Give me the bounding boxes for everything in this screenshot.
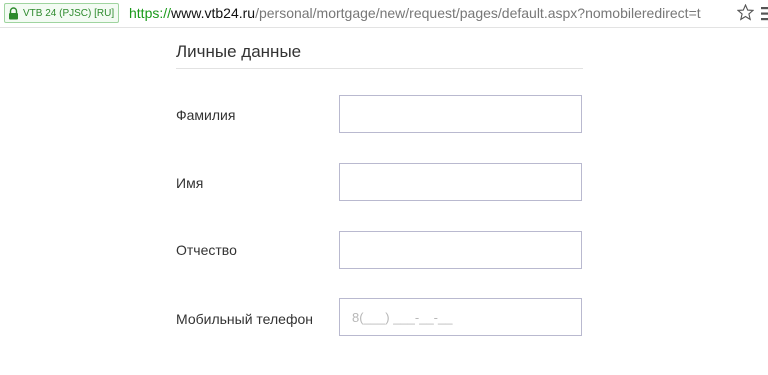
address-bar[interactable]: VTB 24 (PJSC) [RU] https://www.vtb24.ru/…	[0, 0, 768, 28]
ev-certificate-badge[interactable]: VTB 24 (PJSC) [RU]	[4, 3, 120, 23]
last-name-input[interactable]	[339, 95, 582, 133]
mobile-phone-input[interactable]	[339, 298, 582, 336]
lock-icon	[9, 6, 18, 19]
section-divider	[176, 68, 583, 69]
first-name-input[interactable]	[339, 163, 582, 201]
url-field[interactable]: https://www.vtb24.ru/personal/mortgage/n…	[129, 4, 739, 22]
mobile-phone-label: Мобильный телефон	[176, 311, 313, 327]
menu-icon[interactable]	[761, 6, 768, 22]
url-host: www.vtb24.ru	[171, 5, 256, 21]
patronymic-label: Отчество	[176, 242, 237, 258]
bookmark-star-icon[interactable]	[737, 4, 754, 21]
last-name-label: Фамилия	[176, 107, 236, 123]
patronymic-input[interactable]	[339, 231, 582, 269]
ev-certificate-label: VTB 24 (PJSC) [RU]	[23, 7, 115, 19]
url-scheme: https://	[129, 5, 172, 21]
first-name-label: Имя	[176, 175, 204, 191]
url-path: /personal/mortgage/new/request/pages/def…	[255, 5, 701, 21]
section-title: Личные данные	[176, 42, 302, 61]
